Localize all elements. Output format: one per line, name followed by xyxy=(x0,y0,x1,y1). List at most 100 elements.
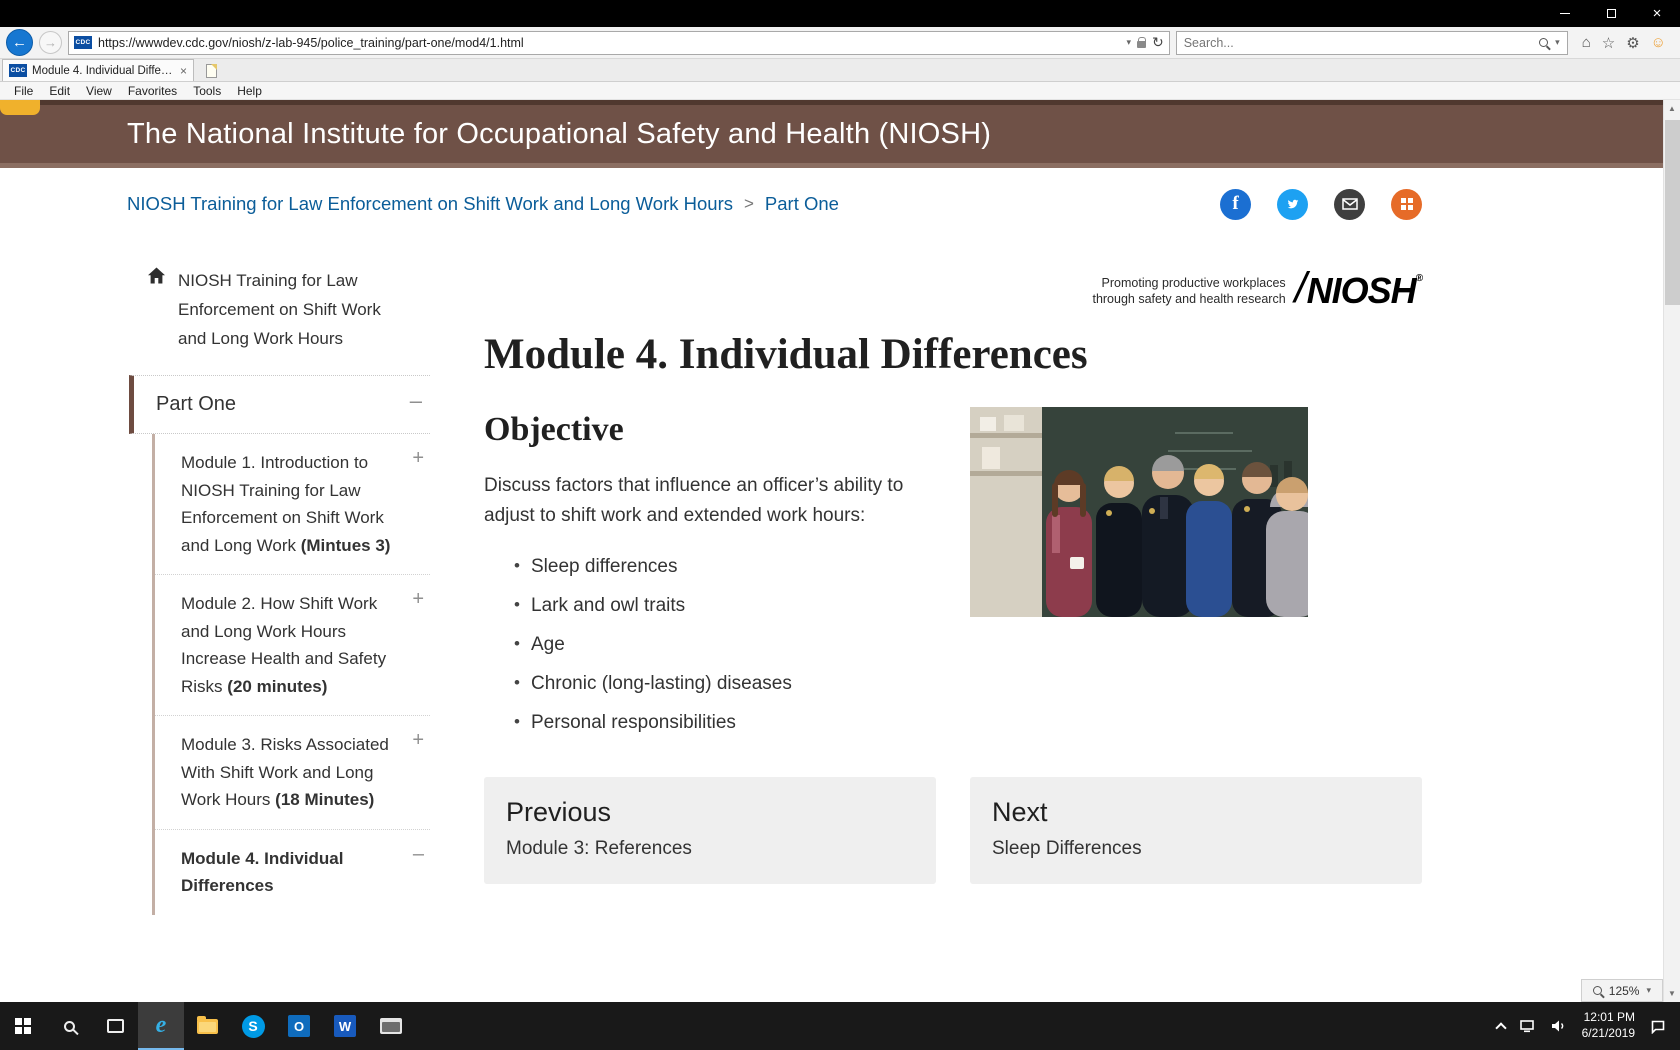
registered-mark: ® xyxy=(1416,273,1422,284)
menu-bar: File Edit View Favorites Tools Help xyxy=(0,82,1680,100)
taskbar-outlook-button[interactable]: O xyxy=(276,1002,322,1050)
facebook-icon[interactable]: f xyxy=(1220,189,1251,220)
taskbar-ie-button[interactable]: e xyxy=(138,1002,184,1050)
photo-column xyxy=(970,383,1422,743)
menu-tools[interactable]: Tools xyxy=(185,84,229,98)
sidebar-item-module-1[interactable]: Module 1. Introduction to NIOSH Training… xyxy=(155,434,430,575)
taskbar-skype-button[interactable]: S xyxy=(230,1002,276,1050)
task-view-button[interactable] xyxy=(92,1002,138,1050)
house-icon xyxy=(146,266,167,286)
feedback-smiley-icon[interactable]: ☺ xyxy=(1651,34,1666,51)
favorites-star-icon[interactable]: ☆ xyxy=(1602,34,1615,52)
sidebar-item-module-3[interactable]: Module 3. Risks Associated With Shift Wo… xyxy=(155,716,430,830)
breadcrumb-link-part-one[interactable]: Part One xyxy=(765,193,839,215)
envelope-icon xyxy=(1342,198,1358,210)
forward-button[interactable]: → xyxy=(39,31,62,54)
windows-taskbar: e S O W 12:01 PM 6/21/2019 xyxy=(0,1002,1680,1050)
tab-close-icon[interactable]: × xyxy=(180,64,187,78)
window-close-button[interactable]: × xyxy=(1634,0,1680,27)
window-titlebar: × xyxy=(0,0,1680,27)
home-icon[interactable]: ⌂ xyxy=(1582,34,1591,51)
search-icon[interactable] xyxy=(1539,38,1548,47)
next-page-button[interactable]: Next Sleep Differences xyxy=(970,777,1422,884)
address-bar[interactable]: CDC ▾ ↻ xyxy=(68,31,1170,55)
skip-nav-tab xyxy=(0,100,40,115)
word-icon: W xyxy=(334,1015,356,1037)
objective-intro: Discuss factors that influence an office… xyxy=(484,471,948,532)
scroll-down-icon[interactable]: ▼ xyxy=(1664,985,1680,1002)
group-photo xyxy=(970,407,1308,617)
sidebar-item-part-one[interactable]: Part One – xyxy=(129,375,430,434)
expand-icon[interactable]: + xyxy=(412,586,424,614)
taskbar-clock[interactable]: 12:01 PM 6/21/2019 xyxy=(1582,1010,1635,1041)
objective-heading: Objective xyxy=(484,411,954,449)
part-one-label: Part One xyxy=(156,393,236,415)
scroll-up-icon[interactable]: ▲ xyxy=(1664,100,1680,117)
new-tab-button[interactable] xyxy=(198,61,224,81)
previous-page-button[interactable]: Previous Module 3: References xyxy=(484,777,936,884)
page-viewport: The National Institute for Occupational … xyxy=(0,100,1680,1002)
sidebar-home-item[interactable]: NIOSH Training for Law Enforcement on Sh… xyxy=(110,240,430,375)
objective-row: Objective Discuss factors that influence… xyxy=(484,383,1422,743)
back-button[interactable]: ← xyxy=(6,29,33,56)
action-center-icon[interactable] xyxy=(1650,1019,1666,1034)
browser-tab[interactable]: CDC Module 4. Individual Differe... × xyxy=(2,59,194,81)
refresh-icon[interactable]: ↻ xyxy=(1152,34,1164,51)
breadcrumb-separator: > xyxy=(744,194,754,214)
window-maximize-button[interactable] xyxy=(1588,0,1634,27)
window-minimize-button[interactable] xyxy=(1542,0,1588,27)
volume-icon[interactable] xyxy=(1551,1019,1567,1033)
menu-edit[interactable]: Edit xyxy=(41,84,78,98)
sidebar-item-module-2[interactable]: Module 2. How Shift Work and Long Work H… xyxy=(155,575,430,716)
autocomplete-dropdown-icon[interactable]: ▾ xyxy=(1126,37,1131,48)
zoom-control[interactable]: 125% ▾ xyxy=(1581,979,1663,1002)
vertical-scrollbar[interactable]: ▲ ▼ xyxy=(1663,100,1680,1002)
browser-search-box[interactable]: ▾ xyxy=(1176,31,1568,55)
breadcrumb-link-training[interactable]: NIOSH Training for Law Enforcement on Sh… xyxy=(127,193,733,215)
previous-label: Previous xyxy=(506,797,914,828)
menu-view[interactable]: View xyxy=(78,84,120,98)
network-icon[interactable] xyxy=(1520,1020,1536,1033)
taskbar-word-button[interactable]: W xyxy=(322,1002,368,1050)
module-1-duration: (Mintues 3) xyxy=(301,536,391,555)
outlook-icon: O xyxy=(288,1015,310,1037)
sidebar-home-label: NIOSH Training for Law Enforcement on Sh… xyxy=(178,266,403,353)
collapse-icon[interactable]: – xyxy=(410,388,422,414)
content-columns: NIOSH Training for Law Enforcement on Sh… xyxy=(0,240,1680,915)
clock-date: 6/21/2019 xyxy=(1582,1026,1635,1042)
menu-file[interactable]: File xyxy=(6,84,41,98)
menu-favorites[interactable]: Favorites xyxy=(120,84,185,98)
sidebar-item-module-4[interactable]: Module 4. Individual Differences – xyxy=(155,830,430,915)
bullet-item: Chronic (long-lasting) diseases xyxy=(484,665,954,704)
windows-logo-icon xyxy=(15,1018,31,1034)
menu-help[interactable]: Help xyxy=(229,84,270,98)
taskbar-app-button[interactable] xyxy=(368,1002,414,1050)
expand-icon[interactable]: + xyxy=(412,727,424,755)
search-input[interactable] xyxy=(1184,36,1532,50)
tray-overflow-icon[interactable] xyxy=(1495,1022,1506,1033)
taskbar-search-button[interactable] xyxy=(46,1002,92,1050)
start-button[interactable] xyxy=(0,1002,46,1050)
settings-gear-icon[interactable]: ⚙ xyxy=(1626,34,1639,52)
zoom-level: 125% xyxy=(1609,984,1640,998)
pagination: Previous Module 3: References Next Sleep… xyxy=(484,777,1422,884)
cdc-favicon: CDC xyxy=(74,36,92,49)
bullet-item: Age xyxy=(484,626,954,665)
social-share-icons: f xyxy=(1220,189,1422,220)
search-icon xyxy=(64,1021,75,1032)
search-dropdown-icon[interactable]: ▾ xyxy=(1555,37,1560,48)
niosh-banner: The National Institute for Occupational … xyxy=(0,105,1680,163)
twitter-icon[interactable] xyxy=(1277,189,1308,220)
browser-toolbar-icons: ⌂ ☆ ⚙ ☺ xyxy=(1574,34,1674,52)
zoom-dropdown-icon[interactable]: ▾ xyxy=(1646,985,1651,996)
next-label: Next xyxy=(992,797,1400,828)
collapse-icon[interactable]: – xyxy=(413,841,424,869)
module-3-duration: (18 Minutes) xyxy=(275,790,374,809)
expand-icon[interactable]: + xyxy=(412,445,424,473)
scrollbar-thumb[interactable] xyxy=(1665,120,1680,305)
url-input[interactable] xyxy=(98,36,1120,50)
taskbar-explorer-button[interactable] xyxy=(184,1002,230,1050)
syndication-icon[interactable] xyxy=(1391,189,1422,220)
objective-column: Objective Discuss factors that influence… xyxy=(484,383,954,743)
email-icon[interactable] xyxy=(1334,189,1365,220)
